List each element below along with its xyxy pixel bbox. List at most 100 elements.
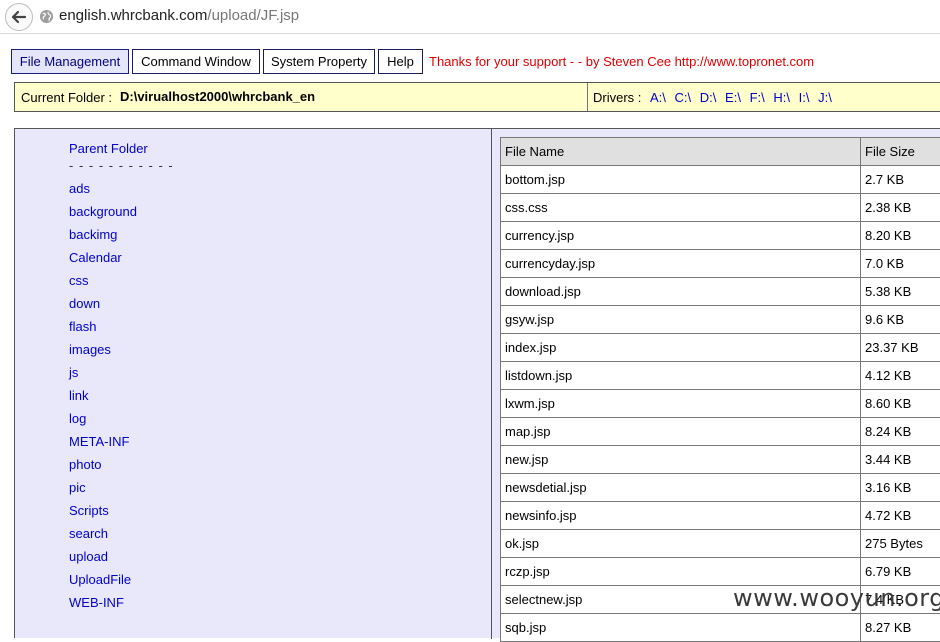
file-size: 6.79 KB xyxy=(861,558,940,586)
folder-item[interactable]: log xyxy=(69,411,174,434)
file-name[interactable]: bottom.jsp xyxy=(501,166,861,194)
table-row[interactable]: new.jsp 3.44 KB xyxy=(501,446,940,474)
folder-item[interactable]: background xyxy=(69,204,174,227)
folder-list: Parent Folder - - - - - - - - - - - ads … xyxy=(69,141,174,618)
file-browser-panel: Parent Folder - - - - - - - - - - - ads … xyxy=(14,128,940,642)
folder-item[interactable]: link xyxy=(69,388,174,411)
column-header-file-name[interactable]: File Name xyxy=(501,138,861,166)
file-name[interactable]: index.jsp xyxy=(501,334,861,362)
table-row[interactable]: ok.jsp 275 Bytes xyxy=(501,530,940,558)
current-folder-bar: Current Folder : D:\virualhost2000\whrcb… xyxy=(14,82,940,112)
folder-item[interactable]: upload xyxy=(69,549,174,572)
table-row[interactable]: map.jsp 8.24 KB xyxy=(501,418,940,446)
table-row[interactable]: sqb.jsp 8.27 KB xyxy=(501,614,940,642)
globe-icon xyxy=(39,9,54,24)
drivers-list: Drivers : A:\ C:\ D:\ E:\ F:\ H:\ I:\ J:… xyxy=(593,90,832,105)
folder-item[interactable]: Calendar xyxy=(69,250,174,273)
file-size: 4.12 KB xyxy=(861,362,940,390)
folder-item[interactable]: META-INF xyxy=(69,434,174,457)
drive-link-d[interactable]: D:\ xyxy=(700,90,717,105)
file-size: 2.7 KB xyxy=(861,166,940,194)
file-size: 8.60 KB xyxy=(861,390,940,418)
menu-system-property[interactable]: System Property xyxy=(263,49,375,74)
file-size: 4.72 KB xyxy=(861,502,940,530)
table-row[interactable]: currencyday.jsp 7.0 KB xyxy=(501,250,940,278)
folder-item[interactable]: images xyxy=(69,342,174,365)
table-row[interactable]: css.css 2.38 KB xyxy=(501,194,940,222)
folder-item[interactable]: flash xyxy=(69,319,174,342)
file-size: 5.38 KB xyxy=(861,278,940,306)
drive-link-j[interactable]: J:\ xyxy=(818,90,832,105)
folder-item[interactable]: photo xyxy=(69,457,174,480)
file-size: 3.16 KB xyxy=(861,474,940,502)
folder-item[interactable]: css xyxy=(69,273,174,296)
menu-command-window[interactable]: Command Window xyxy=(132,49,260,74)
menu-help[interactable]: Help xyxy=(378,49,423,74)
watermark-text: www.wooyun.org xyxy=(733,584,940,612)
menu-file-management[interactable]: File Management xyxy=(11,49,129,74)
table-row[interactable]: newsinfo.jsp 4.72 KB xyxy=(501,502,940,530)
file-name[interactable]: newsinfo.jsp xyxy=(501,502,861,530)
folder-item[interactable]: js xyxy=(69,365,174,388)
file-size: 275 Bytes xyxy=(861,530,940,558)
file-name[interactable]: gsyw.jsp xyxy=(501,306,861,334)
file-name[interactable]: download.jsp xyxy=(501,278,861,306)
file-size: 7.0 KB xyxy=(861,250,940,278)
parent-folder-link[interactable]: Parent Folder xyxy=(69,141,174,158)
table-row[interactable]: download.jsp 5.38 KB xyxy=(501,278,940,306)
drive-link-a[interactable]: A:\ xyxy=(650,90,666,105)
folder-item[interactable]: WEB-INF xyxy=(69,595,174,618)
browser-address-bar: english.whrcbank.com/upload/JF.jsp xyxy=(0,0,940,34)
url-host: english.whrcbank.com xyxy=(59,7,208,24)
folder-item[interactable]: UploadFile xyxy=(69,572,174,595)
file-name[interactable]: rczp.jsp xyxy=(501,558,861,586)
table-row[interactable]: bottom.jsp 2.7 KB xyxy=(501,166,940,194)
table-row[interactable]: listdown.jsp 4.12 KB xyxy=(501,362,940,390)
table-row[interactable]: gsyw.jsp 9.6 KB xyxy=(501,306,940,334)
file-name[interactable]: listdown.jsp xyxy=(501,362,861,390)
file-name[interactable]: currency.jsp xyxy=(501,222,861,250)
file-size: 3.44 KB xyxy=(861,446,940,474)
file-name[interactable]: css.css xyxy=(501,194,861,222)
folder-item[interactable]: search xyxy=(69,526,174,549)
file-name[interactable]: ok.jsp xyxy=(501,530,861,558)
back-button[interactable] xyxy=(5,3,33,31)
drivers-label: Drivers : xyxy=(593,90,642,105)
credit-text: Thanks for your support - - by Steven Ce… xyxy=(429,54,815,69)
file-size: 2.38 KB xyxy=(861,194,940,222)
folder-item[interactable]: down xyxy=(69,296,174,319)
url-path: /upload/JF.jsp xyxy=(207,7,300,24)
file-name[interactable]: lxwm.jsp xyxy=(501,390,861,418)
table-row[interactable]: currency.jsp 8.20 KB xyxy=(501,222,940,250)
drive-link-h[interactable]: H:\ xyxy=(773,90,790,105)
file-size: 9.6 KB xyxy=(861,306,940,334)
file-name[interactable]: newsdetial.jsp xyxy=(501,474,861,502)
table-row[interactable]: lxwm.jsp 8.60 KB xyxy=(501,390,940,418)
file-table-header: File Name File Size xyxy=(501,138,940,166)
file-table: File Name File Size bottom.jsp 2.7 KB css… xyxy=(500,137,940,642)
drive-link-i[interactable]: I:\ xyxy=(799,90,810,105)
current-folder-path: D:\virualhost2000\whrcbank_en xyxy=(120,89,316,104)
table-row[interactable]: index.jsp 23.37 KB xyxy=(501,334,940,362)
folder-item[interactable]: pic xyxy=(69,480,174,503)
folder-separator: - - - - - - - - - - - xyxy=(69,158,174,173)
current-folder-label: Current Folder : xyxy=(21,90,113,105)
file-size: 23.37 KB xyxy=(861,334,940,362)
folder-tree-pane: Parent Folder - - - - - - - - - - - ads … xyxy=(15,129,492,639)
drive-link-c[interactable]: C:\ xyxy=(675,90,692,105)
file-name[interactable]: sqb.jsp xyxy=(501,614,861,642)
folder-item[interactable]: Scripts xyxy=(69,503,174,526)
table-row[interactable]: rczp.jsp 6.79 KB xyxy=(501,558,940,586)
file-name[interactable]: map.jsp xyxy=(501,418,861,446)
folder-item[interactable]: ads xyxy=(69,181,174,204)
file-list-pane: File Name File Size bottom.jsp 2.7 KB css… xyxy=(500,137,940,642)
drive-link-f[interactable]: F:\ xyxy=(750,90,765,105)
folder-item[interactable]: backimg xyxy=(69,227,174,250)
column-header-file-size[interactable]: File Size xyxy=(861,138,940,166)
file-name[interactable]: new.jsp xyxy=(501,446,861,474)
file-size: 8.24 KB xyxy=(861,418,940,446)
url-field[interactable]: english.whrcbank.com/upload/JF.jsp xyxy=(59,7,299,24)
table-row[interactable]: newsdetial.jsp 3.16 KB xyxy=(501,474,940,502)
file-name[interactable]: currencyday.jsp xyxy=(501,250,861,278)
drive-link-e[interactable]: E:\ xyxy=(725,90,741,105)
